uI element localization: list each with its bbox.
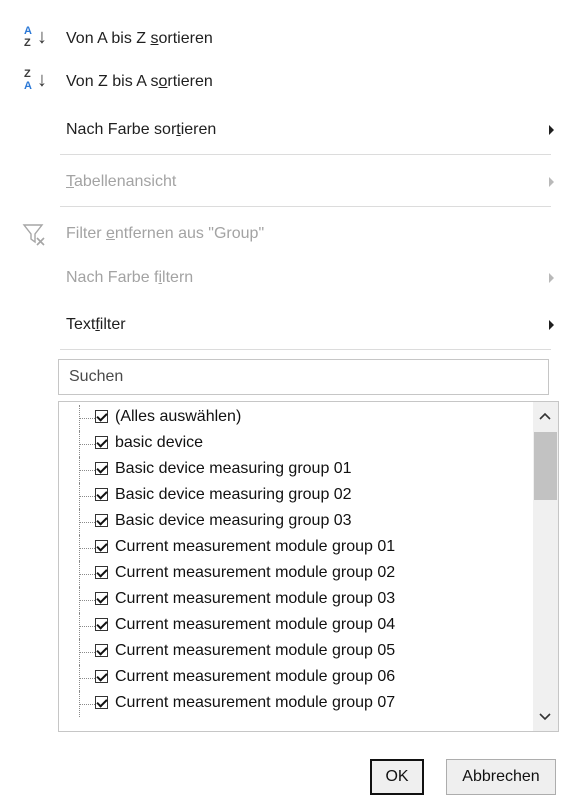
menu-item-sort-za[interactable]: Z A ↓ Von Z bis A sortieren xyxy=(0,62,566,102)
submenu-arrow-icon xyxy=(549,125,554,135)
tree-line xyxy=(79,548,95,549)
vertical-scrollbar[interactable] xyxy=(533,402,558,731)
list-item-label: Current measurement module group 07 xyxy=(115,694,396,711)
menu-item-label: Textfilter xyxy=(66,316,126,333)
menu-item-sort-by-color[interactable]: Nach Farbe sortieren xyxy=(0,110,566,150)
list-item-label: basic device xyxy=(115,434,204,451)
submenu-arrow-icon xyxy=(549,177,554,187)
cancel-button[interactable]: Abbrechen xyxy=(446,759,556,795)
list-item-label: (Alles auswählen) xyxy=(115,408,242,425)
menu-item-remove-filter[interactable]: Filter entfernen aus "Group" xyxy=(0,214,566,254)
search-input[interactable]: Suchen xyxy=(58,359,549,395)
menu-item-table-view[interactable]: Tabellenansicht xyxy=(0,162,566,202)
list-item-label: Basic device measuring group 02 xyxy=(115,486,352,503)
list-item[interactable]: Current measurement module group 02 xyxy=(59,561,529,587)
tree-line xyxy=(79,496,95,497)
list-item[interactable]: Current measurement module group 06 xyxy=(59,665,529,691)
filter-value-list[interactable]: (Alles auswählen) basic device Basic devic… xyxy=(58,401,559,732)
checkbox-checked-icon[interactable] xyxy=(95,540,108,553)
submenu-arrow-icon xyxy=(549,320,554,330)
sort-az-icon: A Z ↓ xyxy=(24,25,47,49)
list-item-label: Current measurement module group 03 xyxy=(115,590,396,607)
list-item-label: Current measurement module group 05 xyxy=(115,642,396,659)
checkbox-checked-icon[interactable] xyxy=(95,410,108,423)
checkbox-checked-icon[interactable] xyxy=(95,514,108,527)
checkbox-checked-icon[interactable] xyxy=(95,696,108,709)
menu-item-label: Von A bis Z sortieren xyxy=(66,30,213,47)
list-item-label: Current measurement module group 04 xyxy=(115,616,396,633)
checkbox-checked-icon[interactable] xyxy=(95,436,108,449)
list-item[interactable]: Current measurement module group 04 xyxy=(59,613,529,639)
checkbox-checked-icon[interactable] xyxy=(95,566,108,579)
tree-line xyxy=(79,444,95,445)
list-item[interactable]: (Alles auswählen) xyxy=(59,405,529,431)
tree-line xyxy=(79,418,95,419)
list-item-label: Current measurement module group 01 xyxy=(115,538,396,555)
list-item-label: Current measurement module group 06 xyxy=(115,668,396,685)
menu-item-label: Nach Farbe filtern xyxy=(66,269,194,286)
tree-line xyxy=(79,626,95,627)
tree-line xyxy=(79,678,95,679)
list-item[interactable]: Current measurement module group 05 xyxy=(59,639,529,665)
list-item[interactable]: basic device xyxy=(59,431,529,457)
menu-item-filter-by-color[interactable]: Nach Farbe filtern xyxy=(0,258,566,298)
list-item[interactable]: Current measurement module group 07 xyxy=(59,691,529,717)
menu-item-text-filter[interactable]: Textfilter xyxy=(0,305,566,345)
list-item[interactable]: Basic device measuring group 01 xyxy=(59,457,529,483)
menu-separator xyxy=(60,206,551,207)
menu-item-label: Von Z bis A sortieren xyxy=(66,73,213,90)
tree-line xyxy=(79,652,95,653)
menu-item-label: Nach Farbe sortieren xyxy=(66,121,217,138)
list-item[interactable]: Current measurement module group 01 xyxy=(59,535,529,561)
filter-dropdown-menu: A Z ↓ Von A bis Z sortieren Z A ↓ Von Z bis … xyxy=(0,0,566,811)
list-item-label: Basic device measuring group 01 xyxy=(115,460,352,477)
list-item[interactable]: Basic device measuring group 02 xyxy=(59,483,529,509)
menu-separator xyxy=(60,349,551,350)
list-item[interactable]: Basic device measuring group 03 xyxy=(59,509,529,535)
menu-separator xyxy=(60,154,551,155)
sort-za-icon: Z A ↓ xyxy=(24,68,47,92)
tree-line xyxy=(79,704,95,705)
list-item-label: Current measurement module group 02 xyxy=(115,564,396,581)
tree-line xyxy=(79,470,95,471)
ok-button[interactable]: OK xyxy=(370,759,424,795)
tree-line xyxy=(79,522,95,523)
scrollbar-thumb[interactable] xyxy=(534,432,557,500)
tree-line xyxy=(79,574,95,575)
submenu-arrow-icon xyxy=(549,273,554,283)
tree-line xyxy=(79,600,95,601)
list-item[interactable]: Current measurement module group 03 xyxy=(59,587,529,613)
checkbox-checked-icon[interactable] xyxy=(95,592,108,605)
checkbox-checked-icon[interactable] xyxy=(95,462,108,475)
menu-item-label: Filter entfernen aus "Group" xyxy=(66,225,265,242)
clear-filter-icon xyxy=(22,222,48,248)
checkbox-checked-icon[interactable] xyxy=(95,644,108,657)
scroll-down-icon[interactable] xyxy=(539,713,551,721)
list-item-label: Basic device measuring group 03 xyxy=(115,512,352,529)
menu-item-sort-az[interactable]: A Z ↓ Von A bis Z sortieren xyxy=(0,19,566,59)
checkbox-checked-icon[interactable] xyxy=(95,670,108,683)
checkbox-checked-icon[interactable] xyxy=(95,618,108,631)
search-placeholder: Suchen xyxy=(69,368,124,385)
menu-item-label: Tabellenansicht xyxy=(66,173,177,190)
checkbox-checked-icon[interactable] xyxy=(95,488,108,501)
scroll-up-icon[interactable] xyxy=(539,412,551,420)
